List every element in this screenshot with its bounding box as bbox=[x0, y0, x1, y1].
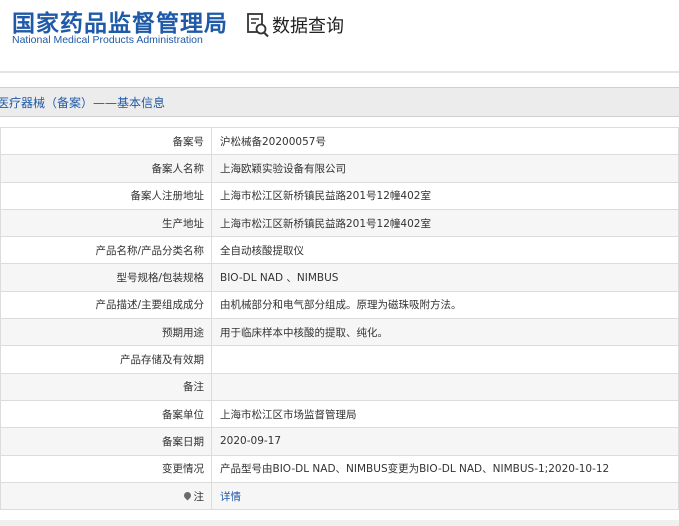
field-label: 预期用途 bbox=[0, 318, 212, 347]
field-label: 备案单位 bbox=[0, 399, 212, 429]
logo-title: 国家药品监督管理局 bbox=[12, 11, 228, 37]
field-label: 产品名称/产品分类名称 bbox=[0, 236, 212, 265]
field-label: 产品描述/主要组成成分 bbox=[0, 290, 212, 320]
page-title: 医疗器械（备案）——基本信息 bbox=[0, 96, 166, 110]
table-row: 备案人名称 上海欧颖实验设备有限公司 bbox=[0, 154, 679, 183]
table-row: 预期用途 用于临床样本中核酸的提取、纯化。 bbox=[0, 318, 679, 347]
note-label-cell: 注 bbox=[0, 481, 212, 511]
table-row: 备案单位 上海市松江区市场监督管理局 bbox=[0, 399, 679, 429]
pin-icon bbox=[182, 490, 192, 500]
field-label: 备案人名称 bbox=[0, 154, 212, 183]
table-row: 备注 bbox=[0, 372, 679, 401]
field-value: 产品型号由BIO-DL NAD、NIMBUS变更为BIO-DL NAD、NIMB… bbox=[211, 454, 679, 483]
field-label: 型号规格/包装规格 bbox=[0, 263, 212, 292]
field-value bbox=[211, 345, 679, 374]
field-label: 变更情况 bbox=[0, 454, 212, 483]
field-label: 生产地址 bbox=[0, 208, 212, 238]
table-row: 备案日期 2020-09-17 bbox=[0, 427, 679, 456]
data-query-title: 数据查询 bbox=[272, 16, 344, 37]
details-link[interactable]: 详情 bbox=[220, 491, 241, 503]
record-info-table: 备案号 沪松械备20200057号 备案人名称 上海欧颖实验设备有限公司 备案人注册地址… bbox=[0, 126, 679, 511]
footer-bar bbox=[0, 520, 679, 526]
table-row: 备案人注册地址 上海市松江区新桥镇民益路201号12幢402室 bbox=[0, 181, 679, 210]
field-value: 上海市松江区新桥镇民益路201号12幢402室 bbox=[211, 181, 679, 210]
data-query-heading: 数据查询 bbox=[246, 10, 344, 40]
table-row: 变更情况 产品型号由BIO-DL NAD、NIMBUS变更为BIO-DL NAD、… bbox=[0, 454, 679, 483]
field-label: 备案号 bbox=[0, 126, 212, 156]
section-titlebar: 医疗器械（备案）——基本信息 bbox=[0, 87, 679, 117]
field-value: 上海市松江区新桥镇民益路201号12幢402室 bbox=[211, 208, 679, 238]
logo-subtitle: National Medical Products Administration bbox=[12, 34, 203, 46]
table-row: 产品名称/产品分类名称 全自动核酸提取仪 bbox=[0, 236, 679, 265]
header-divider bbox=[0, 71, 679, 73]
site-header: 国家药品监督管理局 National Medical Products Admi… bbox=[0, 0, 679, 70]
note-row: 注 详情 bbox=[0, 481, 679, 511]
field-label: 备注 bbox=[0, 372, 212, 401]
field-value: 用于临床样本中核酸的提取、纯化。 bbox=[211, 318, 679, 347]
field-value: 上海欧颖实验设备有限公司 bbox=[211, 154, 679, 183]
field-value: 全自动核酸提取仪 bbox=[211, 236, 679, 265]
table-row: 产品描述/主要组成成分 由机械部分和电气部分组成。原理为磁珠吸附方法。 bbox=[0, 290, 679, 320]
field-value: 2020-09-17 bbox=[211, 427, 679, 456]
field-value: BIO-DL NAD 、NIMBUS bbox=[211, 263, 679, 292]
table-row: 备案号 沪松械备20200057号 bbox=[0, 126, 679, 156]
note-value-cell: 详情 bbox=[211, 481, 679, 511]
table-row: 型号规格/包装规格 BIO-DL NAD 、NIMBUS bbox=[0, 263, 679, 292]
field-value: 由机械部分和电气部分组成。原理为磁珠吸附方法。 bbox=[211, 290, 679, 320]
field-value: 沪松械备20200057号 bbox=[211, 126, 679, 156]
search-document-icon bbox=[247, 13, 269, 38]
field-label: 备案日期 bbox=[0, 427, 212, 456]
field-label: 产品存储及有效期 bbox=[0, 345, 212, 374]
field-label: 备案人注册地址 bbox=[0, 181, 212, 210]
note-label: 注 bbox=[193, 490, 205, 503]
field-value bbox=[211, 372, 679, 401]
table-row: 产品存储及有效期 bbox=[0, 345, 679, 374]
field-value: 上海市松江区市场监督管理局 bbox=[211, 399, 679, 429]
table-row: 生产地址 上海市松江区新桥镇民益路201号12幢402室 bbox=[0, 208, 679, 238]
